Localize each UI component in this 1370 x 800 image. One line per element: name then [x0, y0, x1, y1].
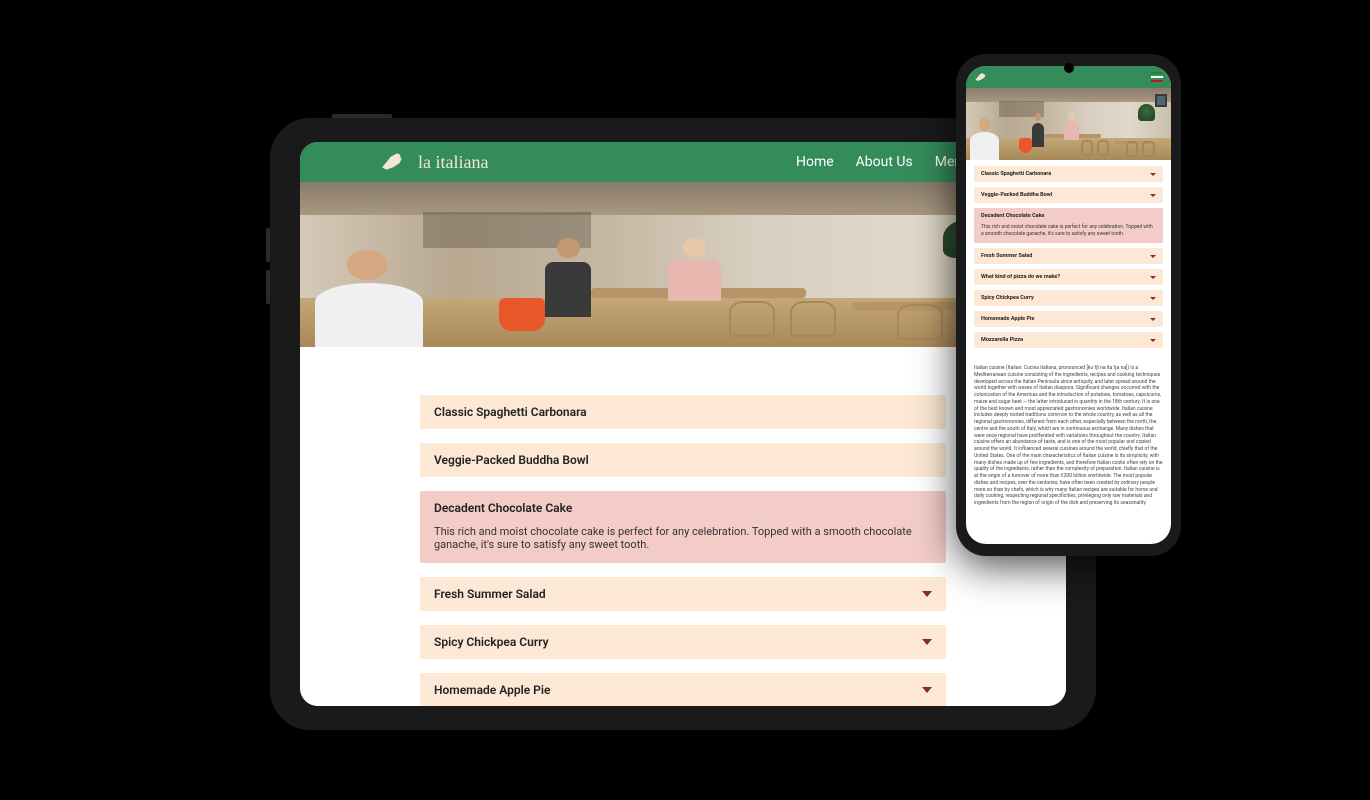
chevron-down-icon: [1150, 339, 1156, 342]
phone-device: Classic Spaghetti Carbonara Veggie-Packe…: [956, 54, 1181, 556]
hand-logo-icon: [380, 152, 406, 172]
brand-name: la italiana: [418, 152, 488, 173]
accordion-item-carbonara[interactable]: Classic Spaghetti Carbonara: [420, 395, 946, 429]
cuisine-description: Italian cuisine (Italian: Cucina italian…: [966, 359, 1171, 517]
nav-about[interactable]: About Us: [856, 154, 913, 170]
chevron-down-icon: [1150, 297, 1156, 300]
tablet-side-button: [266, 228, 270, 262]
accordion-title: Decadent Chocolate Cake: [981, 213, 1044, 219]
accordion-title: Veggie-Packed Buddha Bowl: [434, 453, 589, 467]
accordion-item-summer-salad[interactable]: Fresh Summer Salad: [974, 248, 1163, 264]
accordion-item-apple-pie[interactable]: Homemade Apple Pie: [420, 673, 946, 706]
chevron-down-icon: [922, 639, 932, 645]
accordion-title: Homemade Apple Pie: [981, 316, 1034, 322]
brand[interactable]: [974, 72, 988, 82]
accordion-title: Decadent Chocolate Cake: [434, 501, 572, 515]
accordion-title: Mozzarella Pizza: [981, 337, 1023, 343]
accordion-title: Veggie-Packed Buddha Bowl: [981, 192, 1052, 198]
accordion-item-summer-salad[interactable]: Fresh Summer Salad: [420, 577, 946, 611]
chevron-down-icon: [1150, 173, 1156, 176]
nav-home[interactable]: Home: [796, 154, 834, 170]
accordion-title: Classic Spaghetti Carbonara: [981, 171, 1051, 177]
brand[interactable]: la italiana: [380, 152, 488, 173]
phone-camera: [1064, 63, 1074, 73]
accordion-title: Spicy Chickpea Curry: [434, 635, 549, 649]
accordion-item-pizza-kind[interactable]: What kind of pizza do we make?: [974, 269, 1163, 285]
tablet-screen: la italiana Home About Us Menu Location: [300, 142, 1066, 706]
accordion-item-chocolate-cake[interactable]: Decadent Chocolate Cake This rich and mo…: [420, 491, 946, 563]
header: la italiana Home About Us Menu Location: [300, 142, 1066, 182]
tablet-side-button: [266, 270, 270, 304]
chevron-down-icon: [1150, 194, 1156, 197]
accordion-title: Fresh Summer Salad: [981, 253, 1032, 259]
chevron-down-icon: [922, 687, 932, 693]
accordion-body: This rich and moist chocolate cake is pe…: [420, 525, 946, 563]
menu-accordion: Classic Spaghetti Carbonara Veggie-Packe…: [966, 160, 1171, 359]
accordion-title: Classic Spaghetti Carbonara: [434, 405, 587, 419]
accordion-item-buddha-bowl[interactable]: Veggie-Packed Buddha Bowl: [420, 443, 946, 477]
accordion-item-buddha-bowl[interactable]: Veggie-Packed Buddha Bowl: [974, 187, 1163, 203]
chevron-down-icon: [922, 591, 932, 597]
accordion-title: Fresh Summer Salad: [434, 587, 546, 601]
chevron-down-icon: [1150, 255, 1156, 258]
accordion-item-chocolate-cake[interactable]: Decadent Chocolate Cake This rich and mo…: [974, 208, 1163, 243]
hamburger-menu-icon[interactable]: [1151, 72, 1163, 82]
chevron-down-icon: [1150, 318, 1156, 321]
phone-screen: Classic Spaghetti Carbonara Veggie-Packe…: [966, 66, 1171, 544]
hero-image: [300, 182, 1066, 347]
accordion-item-chickpea-curry[interactable]: Spicy Chickpea Curry: [974, 290, 1163, 306]
accordion-body: This rich and moist chocolate cake is pe…: [974, 224, 1163, 243]
accordion-title: Spicy Chickpea Curry: [981, 295, 1034, 301]
accordion-item-carbonara[interactable]: Classic Spaghetti Carbonara: [974, 166, 1163, 182]
accordion-title: What kind of pizza do we make?: [981, 274, 1060, 280]
menu-accordion: Classic Spaghetti Carbonara Veggie-Packe…: [300, 347, 1066, 706]
hand-logo-icon: [974, 72, 988, 82]
tablet-top-button: [332, 114, 392, 118]
chevron-down-icon: [1150, 276, 1156, 279]
accordion-title: Homemade Apple Pie: [434, 683, 550, 697]
hero-image: [966, 88, 1171, 160]
accordion-item-chickpea-curry[interactable]: Spicy Chickpea Curry: [420, 625, 946, 659]
accordion-item-apple-pie[interactable]: Homemade Apple Pie: [974, 311, 1163, 327]
accordion-item-mozzarella-pizza[interactable]: Mozzarella Pizza: [974, 332, 1163, 348]
